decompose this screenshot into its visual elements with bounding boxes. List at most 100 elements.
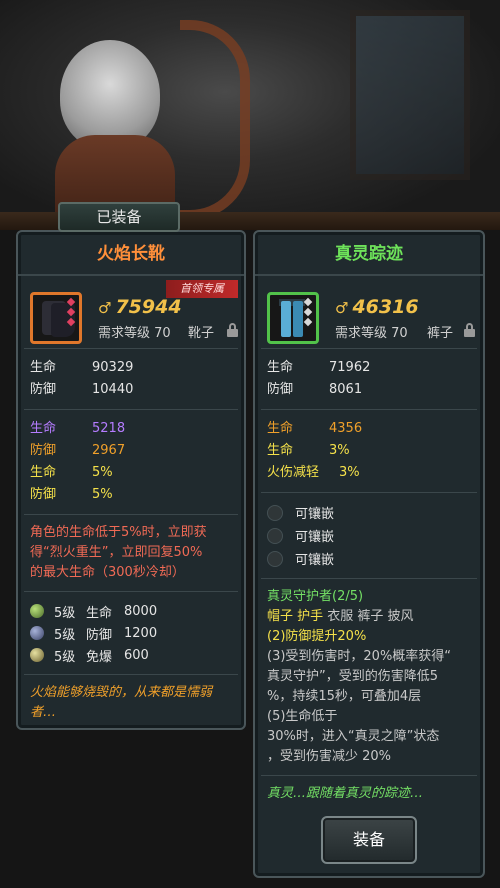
stat-name: 生命 <box>267 360 294 375</box>
stat-row: 火伤减轻 3% <box>267 462 471 484</box>
gem-list: 5级 生命 8000 5级 防御 1200 5级 免爆 600 <box>18 592 244 674</box>
gem-level: 5级 <box>54 627 76 643</box>
stat-name: 防御 <box>30 443 57 458</box>
stat-value: 3% <box>339 465 360 480</box>
special-effect: 角色的生命低于5%时，立即获 得“烈火重生”，立即回复50% 的最大生命（300秒冷… <box>18 515 244 591</box>
bow-icon <box>180 20 250 220</box>
power-score: ♂ 46316 <box>335 296 419 318</box>
power-value: 75944 <box>115 296 182 318</box>
empty-socket[interactable]: 可镶嵌 <box>267 501 471 524</box>
equipped-item-title: 火焰长靴 <box>18 232 244 276</box>
stat-name: 生命 <box>267 443 294 458</box>
gem-value: 1200 <box>124 625 158 641</box>
item-slot: 靴子 <box>188 326 215 341</box>
extra-stats: 生命 4356 生命 3% 火伤减轻 3% <box>255 410 483 492</box>
stat-value: 71962 <box>329 360 371 375</box>
background-window <box>350 10 470 180</box>
stat-value: 4356 <box>329 421 363 436</box>
gold-gem-icon <box>30 648 44 662</box>
stat-row: 生命 3% <box>267 440 471 462</box>
empty-socket[interactable]: 可镶嵌 <box>267 524 471 547</box>
pants-leg <box>281 301 291 337</box>
item-header: ♂ 75944 需求等级 70 靴子 <box>18 276 244 346</box>
level-requirement: 需求等级 70 <box>335 326 408 341</box>
power-score: ♂ 75944 <box>98 296 182 318</box>
gem-value: 8000 <box>124 603 158 619</box>
set-bonus-active: (2)防御提升20% <box>267 629 367 644</box>
set-bonus-line: %，持续15秒，可叠加4层 <box>267 689 422 704</box>
stat-row: 生命 4356 <box>267 418 471 440</box>
stat-name: 防御 <box>30 487 57 502</box>
set-bonus-line: 30%时，进入“真灵之障”状态 <box>267 729 440 744</box>
stat-value: 5% <box>92 487 113 502</box>
equipped-item-panel: 火焰长靴 首领专属 ♂ 75944 需求等级 70 靴子 生命 90329 防御 104… <box>16 230 246 730</box>
gem-stat: 免爆 <box>86 649 113 665</box>
stat-name: 生命 <box>30 465 57 480</box>
stat-name: 生命 <box>30 421 57 436</box>
flavor-line: 火焰能够烧毁的，从来都是懦弱 <box>30 685 213 700</box>
stat-value: 2967 <box>92 443 126 458</box>
empty-socket[interactable]: 可镶嵌 <box>267 547 471 570</box>
pants-icon[interactable] <box>267 292 319 344</box>
stat-name: 火伤减轻 <box>267 465 320 480</box>
new-item-title: 真灵踪迹 <box>255 232 483 276</box>
set-bonus-line: ，受到伤害减少 20% <box>267 749 392 764</box>
gem-marker <box>303 297 313 307</box>
set-bonus: 真灵守护者(2/5) 帽子 护手 衣服 裤子 披风 (2)防御提升20% (3)… <box>255 579 483 775</box>
stat-row: 防御 10440 <box>30 379 232 401</box>
extra-stats: 生命 5218 防御 2967 生命 5% 防御 5% <box>18 410 244 514</box>
set-bonus-line: (3)受到伤害时，20%概率获得“ <box>267 649 452 664</box>
power-icon: ♂ <box>335 299 349 317</box>
new-item-panel: 真灵踪迹 ♂ 46316 需求等级 70 裤子 生命 71962 防御 8061 生命 4… <box>253 230 485 878</box>
set-bonus-line: (5)生命低于 <box>267 709 338 724</box>
gem-stat: 防御 <box>86 627 113 643</box>
power-icon: ♂ <box>98 299 112 317</box>
stat-value: 10440 <box>92 382 134 397</box>
set-bonus-lines: (3)受到伤害时，20%概率获得“ 真灵守护”，受到的伤害降低5 %，持续15秒，可… <box>267 647 471 767</box>
hero-portrait <box>60 40 160 150</box>
power-value: 46316 <box>352 296 419 318</box>
socket-label: 可镶嵌 <box>295 507 335 522</box>
special-line: 的最大生命（300秒冷却） <box>30 565 185 580</box>
equip-button[interactable]: 装备 <box>321 816 417 864</box>
socket-icon <box>267 550 283 567</box>
item-slot: 裤子 <box>427 326 454 341</box>
socket-label: 可镶嵌 <box>295 530 335 545</box>
stat-value: 8061 <box>329 382 363 397</box>
stat-value: 5218 <box>92 421 126 436</box>
flavor-line: 者… <box>30 705 57 720</box>
stat-row: 生命 90329 <box>30 357 232 379</box>
stat-value: 3% <box>329 443 350 458</box>
flavor-text: 真灵…跟随着真灵的踪迹… <box>267 786 424 801</box>
set-bonus-line: 真灵守护”，受到的伤害降低5 <box>267 669 439 684</box>
gem-row: 5级 生命 8000 <box>30 600 232 622</box>
lock-icon[interactable] <box>463 323 476 337</box>
socket-icon <box>267 504 283 521</box>
special-line: 角色的生命低于5%时，立即获 <box>30 525 207 540</box>
stat-name: 防御 <box>267 382 294 397</box>
stat-name: 防御 <box>30 382 57 397</box>
lock-icon[interactable] <box>226 323 239 337</box>
stat-row: 生命 5218 <box>30 418 232 440</box>
socket-list: 可镶嵌 可镶嵌 可镶嵌 <box>255 493 483 578</box>
stat-row: 生命 71962 <box>267 357 471 379</box>
boots-icon[interactable] <box>30 292 82 344</box>
item-header: ♂ 46316 需求等级 70 裤子 <box>255 276 483 346</box>
base-stats: 生命 90329 防御 10440 <box>18 349 244 409</box>
flavor-text: 火焰能够烧毁的，从来都是懦弱 者… <box>18 675 244 731</box>
gem-stat: 生命 <box>86 605 113 621</box>
stat-row: 防御 5% <box>30 484 232 506</box>
blue-gem-icon <box>30 626 44 640</box>
stat-row: 防御 2967 <box>30 440 232 462</box>
base-stats: 生命 71962 防御 8061 <box>255 349 483 409</box>
set-parts-owned: 帽子 护手 <box>267 609 324 624</box>
gem-value: 600 <box>124 647 149 663</box>
set-name: 真灵守护者(2/5) <box>267 589 364 604</box>
special-line: 得“烈火重生”，立即回复50% <box>30 545 203 560</box>
gem-row: 5级 防御 1200 <box>30 622 232 644</box>
character-scene <box>0 0 500 230</box>
stat-row: 防御 8061 <box>267 379 471 401</box>
gem-level: 5级 <box>54 649 76 665</box>
socket-icon <box>267 527 283 544</box>
stat-value: 90329 <box>92 360 134 375</box>
